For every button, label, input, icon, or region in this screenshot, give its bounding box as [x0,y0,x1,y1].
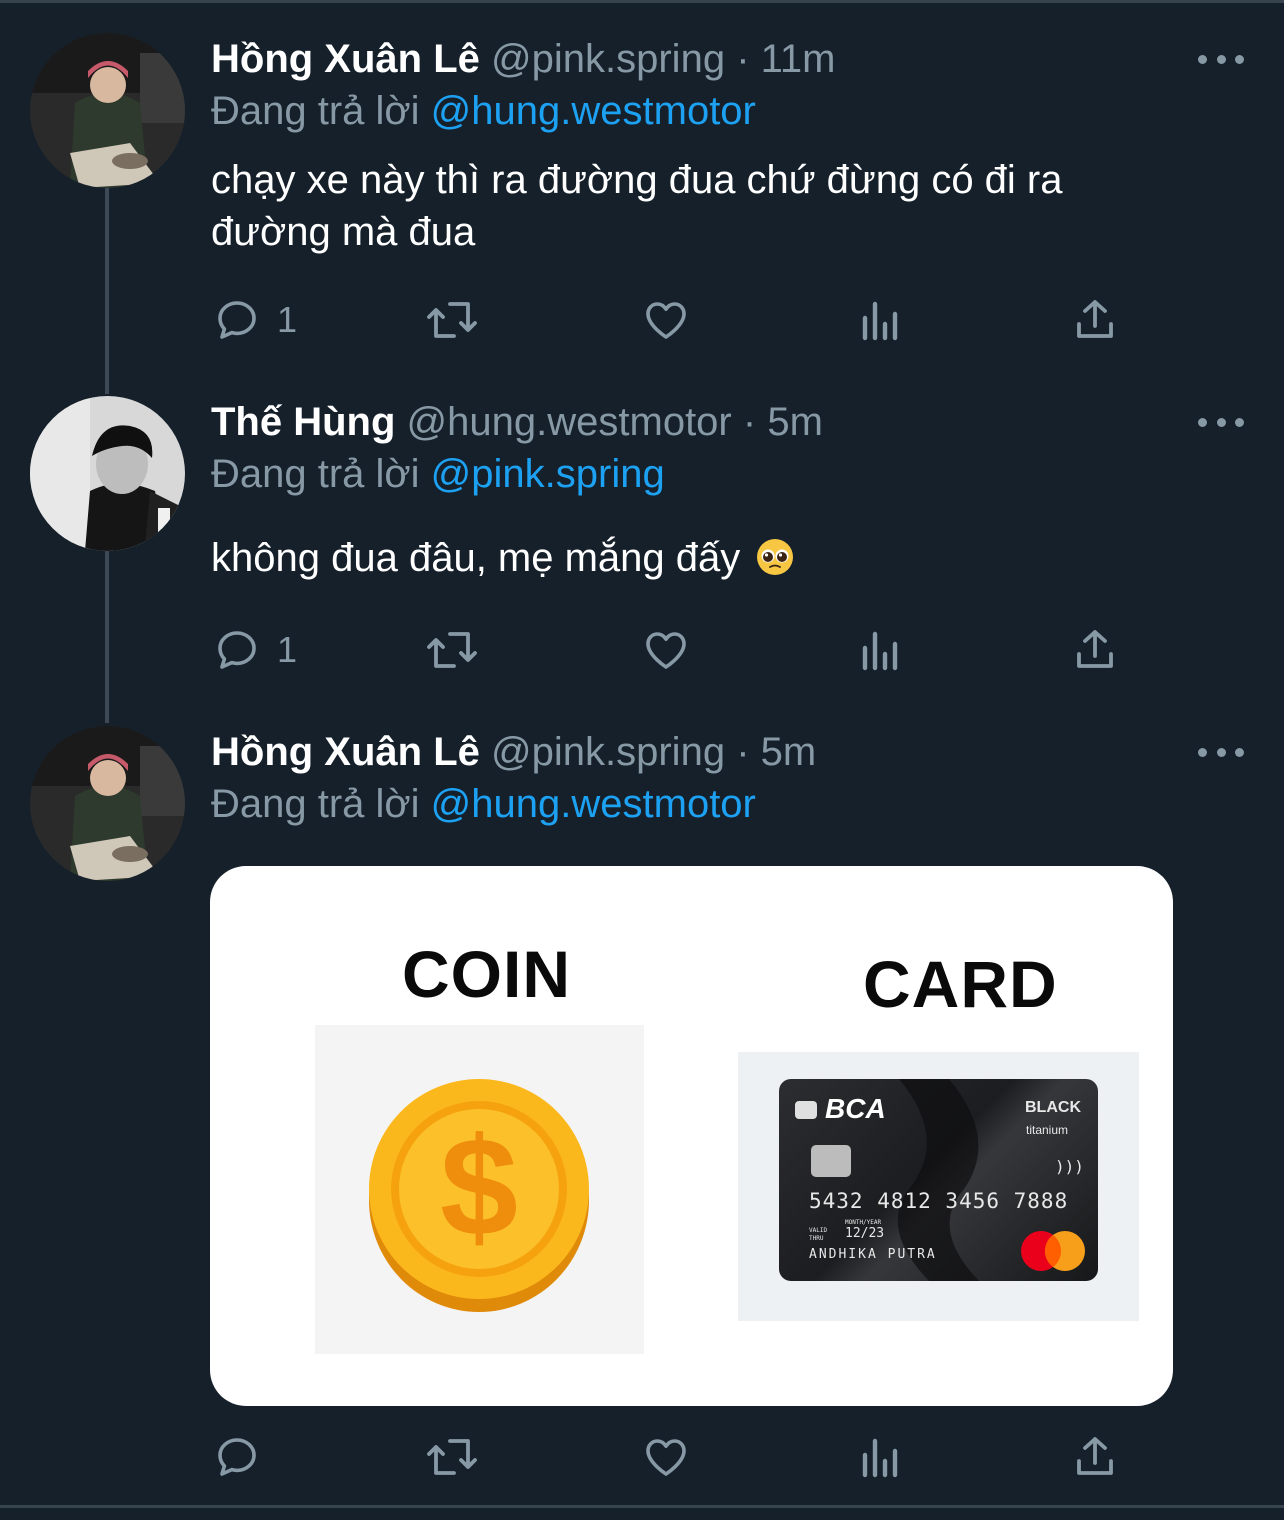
bottom-divider [0,1505,1284,1508]
card-subtier: titanium [1026,1123,1069,1137]
timestamp[interactable]: 5m [767,400,823,444]
thru-label: THRU [809,1235,824,1242]
tweet-text: không đua đâu, mẹ mắng đấy [211,532,1211,584]
timestamp[interactable]: 11m [761,37,836,81]
retweet-button[interactable] [424,620,480,680]
share-icon [1077,1437,1113,1475]
mention-link[interactable]: @hung.westmotor [431,89,756,133]
separator: · [742,400,757,444]
card-label: CARD [863,947,1058,1021]
avatar[interactable] [30,33,185,188]
reply-count: 1 [277,299,298,340]
replying-to: Đang trả lời @hung.westmotor [211,84,756,138]
retweet-icon [427,302,477,338]
mastercard-icon [1021,1231,1085,1271]
replying-prefix: Đang trả lời [211,89,420,133]
coin-label: COIN [402,937,571,1011]
separator: · [736,730,750,774]
share-icon [1077,300,1113,338]
display-name[interactable]: Hồng Xuân Lê [211,730,480,774]
action-bar [0,1427,1284,1487]
display-name[interactable]: Hồng Xuân Lê [211,37,480,81]
like-icon [646,1439,686,1476]
like-icon [646,632,686,669]
reply-button[interactable]: 1 [213,290,297,350]
timestamp[interactable]: 5m [761,730,817,774]
credit-card: BCA BLACK titanium ))) 5432 4812 3456 78… [779,1079,1098,1281]
tweet-text: chạy xe này thì ra đường đua chứ đừng có… [211,154,1211,258]
reply-icon [218,301,256,339]
share-icon [1077,630,1113,668]
more-icon[interactable] [1196,44,1246,74]
month-year-label: MONTH/YEAR [845,1219,882,1226]
more-icon[interactable] [1196,737,1246,767]
reply-button[interactable] [213,1427,261,1487]
card-number: 5432 4812 3456 7888 [809,1189,1069,1213]
reply-button[interactable]: 1 [213,620,297,680]
analytics-icon [862,631,898,671]
card-tier: BLACK [1025,1099,1081,1116]
analytics-button[interactable] [857,290,905,350]
mention-link[interactable]: @pink.spring [431,452,665,496]
share-button[interactable] [1071,620,1119,680]
analytics-button[interactable] [857,620,905,680]
card-bank-logo: BCA [825,1093,886,1124]
tweet-text-line: chạy xe này thì ra đường đua chứ đừng có… [211,158,1063,202]
retweet-icon [427,1439,477,1475]
tweet-text-line: đường mà đua [211,210,476,254]
like-button[interactable] [641,1427,691,1487]
analytics-button[interactable] [857,1427,905,1487]
action-bar: 1 [0,620,1284,680]
chip-icon [811,1145,851,1177]
bank-emblem-icon [795,1101,817,1119]
top-divider [0,0,1284,3]
reply-icon [218,631,256,669]
replying-prefix: Đang trả lời [211,452,420,496]
avatar[interactable] [30,396,185,551]
action-bar: 1 [0,290,1284,350]
user-handle[interactable]: @pink.spring [491,37,725,81]
card-expiry: 12/23 [845,1226,885,1241]
separator: · [736,37,750,81]
mention-link[interactable]: @hung.westmotor [431,782,756,826]
like-button[interactable] [641,620,691,680]
share-button[interactable] [1071,1427,1119,1487]
tweet-header: Thế Hùng @hung.westmotor · 5m [211,395,823,449]
tweet-header: Hồng Xuân Lê @pink.spring · 5m [211,725,816,779]
replying-to: Đang trả lời @pink.spring [211,447,665,501]
tweet-text-line: không đua đâu, mẹ mắng đấy [211,536,741,580]
display-name[interactable]: Thế Hùng [211,400,395,444]
retweet-icon [427,632,477,668]
analytics-icon [862,1438,898,1478]
replying-prefix: Đang trả lời [211,782,420,826]
avatar[interactable] [30,726,185,881]
share-button[interactable] [1071,290,1119,350]
retweet-button[interactable] [424,1427,480,1487]
more-icon[interactable] [1196,407,1246,437]
pleading-face-icon [757,539,794,575]
retweet-button[interactable] [424,290,480,350]
contactless-icon: ))) [1055,1157,1084,1176]
svg-text:$: $ [440,1108,518,1265]
reply-count: 1 [277,629,298,670]
coin-icon: $ [369,1079,589,1312]
like-icon [646,302,686,339]
user-handle[interactable]: @hung.westmotor [407,400,732,444]
analytics-icon [862,301,898,341]
user-handle[interactable]: @pink.spring [491,730,725,774]
like-button[interactable] [641,290,691,350]
valid-label: VALID [809,1227,828,1234]
reply-icon [218,1438,256,1476]
tweet-header: Hồng Xuân Lê @pink.spring · 11m [211,32,835,86]
coin-image: $ [315,1025,644,1354]
replying-to: Đang trả lời @hung.westmotor [211,777,756,831]
card-holder: ANDHIKA PUTRA [809,1247,937,1262]
